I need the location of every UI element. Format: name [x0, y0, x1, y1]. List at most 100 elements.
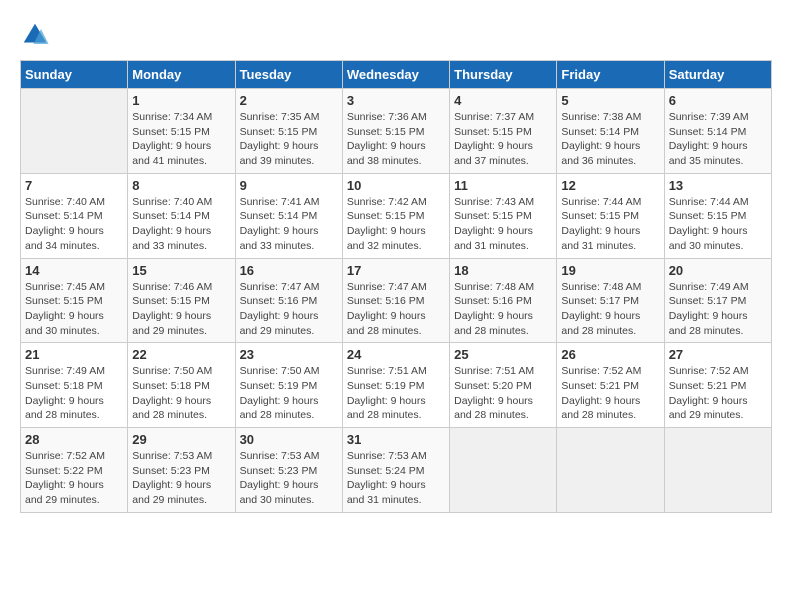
day-number: 20	[669, 263, 767, 278]
day-cell: 11 Sunrise: 7:43 AM Sunset: 5:15 PM Dayli…	[450, 173, 557, 258]
day-cell	[450, 428, 557, 513]
day-number: 1	[132, 93, 230, 108]
day-info: Sunrise: 7:34 AM Sunset: 5:15 PM Dayligh…	[132, 110, 230, 169]
day-cell: 18 Sunrise: 7:48 AM Sunset: 5:16 PM Dayli…	[450, 258, 557, 343]
week-row-1: 1 Sunrise: 7:34 AM Sunset: 5:15 PM Daylig…	[21, 89, 772, 174]
day-cell: 26 Sunrise: 7:52 AM Sunset: 5:21 PM Dayli…	[557, 343, 664, 428]
day-info: Sunrise: 7:52 AM Sunset: 5:21 PM Dayligh…	[561, 364, 659, 423]
day-cell: 31 Sunrise: 7:53 AM Sunset: 5:24 PM Dayli…	[342, 428, 449, 513]
day-cell: 8 Sunrise: 7:40 AM Sunset: 5:14 PM Daylig…	[128, 173, 235, 258]
day-number: 26	[561, 347, 659, 362]
day-cell: 29Sunrise: 7:53 AM Sunset: 5:23 PM Dayli…	[128, 428, 235, 513]
day-number: 29	[132, 432, 230, 447]
day-cell: 21 Sunrise: 7:49 AM Sunset: 5:18 PM Dayli…	[21, 343, 128, 428]
day-cell: 20 Sunrise: 7:49 AM Sunset: 5:17 PM Dayli…	[664, 258, 771, 343]
day-cell: 12 Sunrise: 7:44 AM Sunset: 5:15 PM Dayli…	[557, 173, 664, 258]
day-info: Sunrise: 7:53 AM Sunset: 5:23 PM Dayligh…	[240, 449, 338, 508]
day-info: Sunrise: 7:48 AM Sunset: 5:16 PM Dayligh…	[454, 280, 552, 339]
day-cell: 13 Sunrise: 7:44 AM Sunset: 5:15 PM Dayli…	[664, 173, 771, 258]
day-cell: 5 Sunrise: 7:38 AM Sunset: 5:14 PM Daylig…	[557, 89, 664, 174]
day-number: 18	[454, 263, 552, 278]
day-number: 12	[561, 178, 659, 193]
day-info: Sunrise: 7:50 AM Sunset: 5:18 PM Dayligh…	[132, 364, 230, 423]
logo	[20, 20, 54, 50]
day-cell: 24 Sunrise: 7:51 AM Sunset: 5:19 PM Dayli…	[342, 343, 449, 428]
day-cell: 27 Sunrise: 7:52 AM Sunset: 5:21 PM Dayli…	[664, 343, 771, 428]
day-number: 4	[454, 93, 552, 108]
day-number: 21	[25, 347, 123, 362]
day-cell: 15 Sunrise: 7:46 AM Sunset: 5:15 PM Dayli…	[128, 258, 235, 343]
day-info: Sunrise: 7:47 AM Sunset: 5:16 PM Dayligh…	[347, 280, 445, 339]
day-number: 15	[132, 263, 230, 278]
day-cell: 10 Sunrise: 7:42 AM Sunset: 5:15 PM Dayli…	[342, 173, 449, 258]
day-info: Sunrise: 7:44 AM Sunset: 5:15 PM Dayligh…	[669, 195, 767, 254]
day-number: 19	[561, 263, 659, 278]
day-info: Sunrise: 7:40 AM Sunset: 5:14 PM Dayligh…	[132, 195, 230, 254]
day-number: 6	[669, 93, 767, 108]
day-cell	[557, 428, 664, 513]
day-info: Sunrise: 7:51 AM Sunset: 5:19 PM Dayligh…	[347, 364, 445, 423]
header-row: SundayMondayTuesdayWednesdayThursdayFrid…	[21, 61, 772, 89]
week-row-3: 14Sunrise: 7:45 AM Sunset: 5:15 PM Dayli…	[21, 258, 772, 343]
day-cell: 22Sunrise: 7:50 AM Sunset: 5:18 PM Dayli…	[128, 343, 235, 428]
header-tuesday: Tuesday	[235, 61, 342, 89]
day-number: 9	[240, 178, 338, 193]
day-cell: 9 Sunrise: 7:41 AM Sunset: 5:14 PM Daylig…	[235, 173, 342, 258]
day-cell: 4 Sunrise: 7:37 AM Sunset: 5:15 PM Daylig…	[450, 89, 557, 174]
day-number: 11	[454, 178, 552, 193]
header-wednesday: Wednesday	[342, 61, 449, 89]
page-header	[20, 20, 772, 50]
day-info: Sunrise: 7:37 AM Sunset: 5:15 PM Dayligh…	[454, 110, 552, 169]
day-info: Sunrise: 7:50 AM Sunset: 5:19 PM Dayligh…	[240, 364, 338, 423]
day-cell: 16 Sunrise: 7:47 AM Sunset: 5:16 PM Dayli…	[235, 258, 342, 343]
day-info: Sunrise: 7:53 AM Sunset: 5:24 PM Dayligh…	[347, 449, 445, 508]
day-info: Sunrise: 7:44 AM Sunset: 5:15 PM Dayligh…	[561, 195, 659, 254]
day-number: 16	[240, 263, 338, 278]
day-info: Sunrise: 7:43 AM Sunset: 5:15 PM Dayligh…	[454, 195, 552, 254]
day-info: Sunrise: 7:41 AM Sunset: 5:14 PM Dayligh…	[240, 195, 338, 254]
day-number: 10	[347, 178, 445, 193]
day-cell: 14Sunrise: 7:45 AM Sunset: 5:15 PM Dayli…	[21, 258, 128, 343]
day-number: 28	[25, 432, 123, 447]
day-number: 27	[669, 347, 767, 362]
day-info: Sunrise: 7:40 AM Sunset: 5:14 PM Dayligh…	[25, 195, 123, 254]
day-info: Sunrise: 7:46 AM Sunset: 5:15 PM Dayligh…	[132, 280, 230, 339]
day-info: Sunrise: 7:49 AM Sunset: 5:18 PM Dayligh…	[25, 364, 123, 423]
header-monday: Monday	[128, 61, 235, 89]
day-number: 14	[25, 263, 123, 278]
day-number: 5	[561, 93, 659, 108]
calendar-table: SundayMondayTuesdayWednesdayThursdayFrid…	[20, 60, 772, 513]
day-info: Sunrise: 7:52 AM Sunset: 5:21 PM Dayligh…	[669, 364, 767, 423]
day-info: Sunrise: 7:49 AM Sunset: 5:17 PM Dayligh…	[669, 280, 767, 339]
day-info: Sunrise: 7:51 AM Sunset: 5:20 PM Dayligh…	[454, 364, 552, 423]
day-cell: 17 Sunrise: 7:47 AM Sunset: 5:16 PM Dayli…	[342, 258, 449, 343]
day-number: 8	[132, 178, 230, 193]
day-cell: 30 Sunrise: 7:53 AM Sunset: 5:23 PM Dayli…	[235, 428, 342, 513]
day-number: 2	[240, 93, 338, 108]
day-number: 7	[25, 178, 123, 193]
day-cell: 2Sunrise: 7:35 AM Sunset: 5:15 PM Daylig…	[235, 89, 342, 174]
day-info: Sunrise: 7:36 AM Sunset: 5:15 PM Dayligh…	[347, 110, 445, 169]
day-cell	[664, 428, 771, 513]
header-thursday: Thursday	[450, 61, 557, 89]
week-row-5: 28Sunrise: 7:52 AM Sunset: 5:22 PM Dayli…	[21, 428, 772, 513]
day-number: 13	[669, 178, 767, 193]
day-number: 24	[347, 347, 445, 362]
day-number: 31	[347, 432, 445, 447]
day-number: 25	[454, 347, 552, 362]
day-info: Sunrise: 7:42 AM Sunset: 5:15 PM Dayligh…	[347, 195, 445, 254]
day-cell: 28Sunrise: 7:52 AM Sunset: 5:22 PM Dayli…	[21, 428, 128, 513]
day-number: 23	[240, 347, 338, 362]
header-saturday: Saturday	[664, 61, 771, 89]
day-info: Sunrise: 7:39 AM Sunset: 5:14 PM Dayligh…	[669, 110, 767, 169]
day-cell: 19Sunrise: 7:48 AM Sunset: 5:17 PM Dayli…	[557, 258, 664, 343]
header-sunday: Sunday	[21, 61, 128, 89]
day-info: Sunrise: 7:38 AM Sunset: 5:14 PM Dayligh…	[561, 110, 659, 169]
header-friday: Friday	[557, 61, 664, 89]
day-number: 17	[347, 263, 445, 278]
day-cell: 3Sunrise: 7:36 AM Sunset: 5:15 PM Daylig…	[342, 89, 449, 174]
day-number: 30	[240, 432, 338, 447]
day-cell	[21, 89, 128, 174]
week-row-4: 21 Sunrise: 7:49 AM Sunset: 5:18 PM Dayli…	[21, 343, 772, 428]
day-info: Sunrise: 7:47 AM Sunset: 5:16 PM Dayligh…	[240, 280, 338, 339]
